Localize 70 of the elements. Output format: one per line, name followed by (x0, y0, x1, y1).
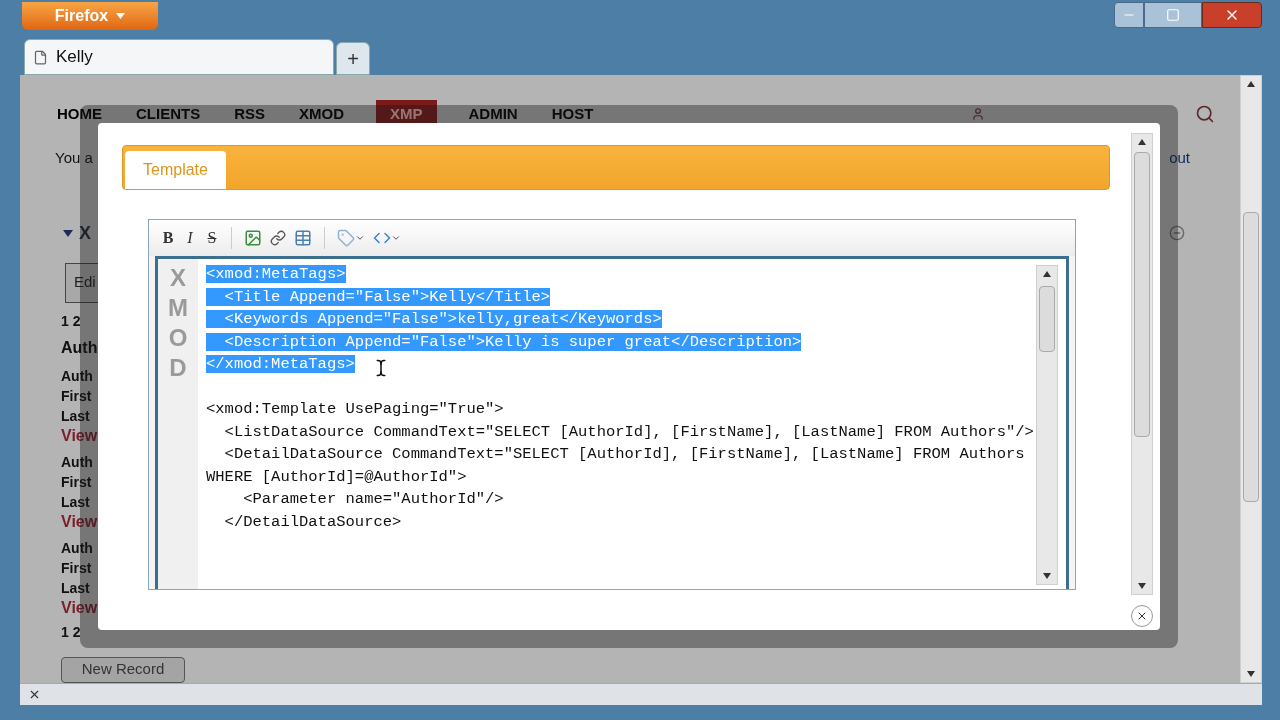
record-field: First (61, 385, 92, 406)
page-icon (33, 49, 48, 65)
record-field: First (61, 471, 92, 492)
record-field: Auth (61, 365, 93, 386)
nav-tab[interactable]: HOME (55, 100, 104, 128)
record-field: Last (61, 405, 90, 426)
code-line: <xmod:Template UsePaging="True"> (206, 400, 504, 419)
record-field: Auth (61, 537, 93, 558)
code-line: WHERE [AuthorId]=@AuthorId"> (206, 467, 467, 486)
minimize-button[interactable] (1114, 2, 1144, 28)
maximize-button[interactable] (1144, 2, 1202, 28)
gutter-letter: M (168, 293, 188, 323)
pager[interactable]: 1 2 (61, 310, 81, 332)
arrow-down-icon[interactable] (1138, 583, 1146, 589)
scrollbar[interactable] (1131, 133, 1153, 595)
arrow-up-icon[interactable] (1043, 271, 1051, 277)
browser-tab[interactable]: Kelly (24, 39, 334, 75)
code-line: <Parameter name="AuthorId"/> (242, 490, 504, 509)
code-line: <DetailDataSource CommandText="SELECT [AuthorId], [FirstName], [LastName] FROM Authors (223, 445, 1025, 464)
arrow-up-icon[interactable] (1247, 81, 1255, 87)
new-tab-button[interactable]: + (336, 42, 370, 75)
view-link[interactable]: View (61, 511, 98, 532)
close-icon[interactable] (28, 688, 41, 701)
logout-link[interactable]: out (1169, 147, 1190, 170)
record-field: Last (61, 491, 90, 512)
scrollbar-thumb[interactable] (1243, 212, 1259, 502)
scrollbar-thumb[interactable] (1134, 152, 1150, 437)
scrollbar[interactable] (1036, 265, 1058, 585)
caret-icon[interactable] (63, 229, 73, 237)
collapse-icon[interactable] (1169, 225, 1185, 241)
caret-icon (355, 233, 365, 243)
welcome-text: You a (55, 148, 93, 168)
strikethrough-button[interactable]: S (201, 227, 223, 249)
view-link[interactable]: View (61, 597, 98, 618)
record-field: First (61, 557, 92, 578)
close-button[interactable] (1131, 605, 1153, 627)
image-icon[interactable] (244, 229, 262, 247)
arrow-up-icon[interactable] (1138, 139, 1146, 145)
scrollbar[interactable] (1240, 75, 1262, 683)
bold-button[interactable]: B (157, 227, 179, 249)
tag-icon (337, 229, 355, 247)
arrow-down-icon[interactable] (1247, 671, 1255, 677)
app-name: Firefox (54, 6, 109, 26)
tab-title: Kelly (56, 46, 93, 69)
table-icon[interactable] (294, 229, 312, 247)
gutter-letter: D (169, 353, 187, 383)
list-heading: Auth (61, 337, 98, 358)
scrollbar-thumb[interactable] (1039, 286, 1055, 352)
edit-button[interactable]: Edi (65, 262, 99, 303)
close-icon (1136, 610, 1148, 622)
user-icon[interactable] (971, 107, 985, 121)
tab[interactable]: Template (125, 151, 226, 189)
record-field: Auth (61, 451, 93, 472)
record-field: Last (61, 577, 90, 598)
pager[interactable]: 1 2 (61, 621, 81, 643)
view-link[interactable]: View (61, 425, 98, 446)
italic-button[interactable]: I (179, 227, 201, 249)
maximize-icon (1166, 8, 1180, 22)
arrow-down-icon[interactable] (1043, 573, 1051, 579)
code-line: </DetailDataSource> (223, 512, 402, 531)
gutter-letter: O (168, 323, 188, 353)
search-icon[interactable] (1195, 104, 1215, 124)
caret-icon (116, 13, 126, 19)
new-record-button[interactable]: New Record (61, 656, 185, 683)
gutter-letter: X (170, 263, 186, 293)
firefox-menu-button[interactable]: Firefox (22, 2, 158, 30)
code-line: <ListDataSource CommandText="SELECT [AuthorId], [FirstName], [LastName] FROM Authors"/> (223, 422, 1034, 441)
link-icon[interactable] (270, 230, 286, 246)
caret-icon (391, 233, 401, 243)
close-button[interactable] (1202, 2, 1262, 28)
